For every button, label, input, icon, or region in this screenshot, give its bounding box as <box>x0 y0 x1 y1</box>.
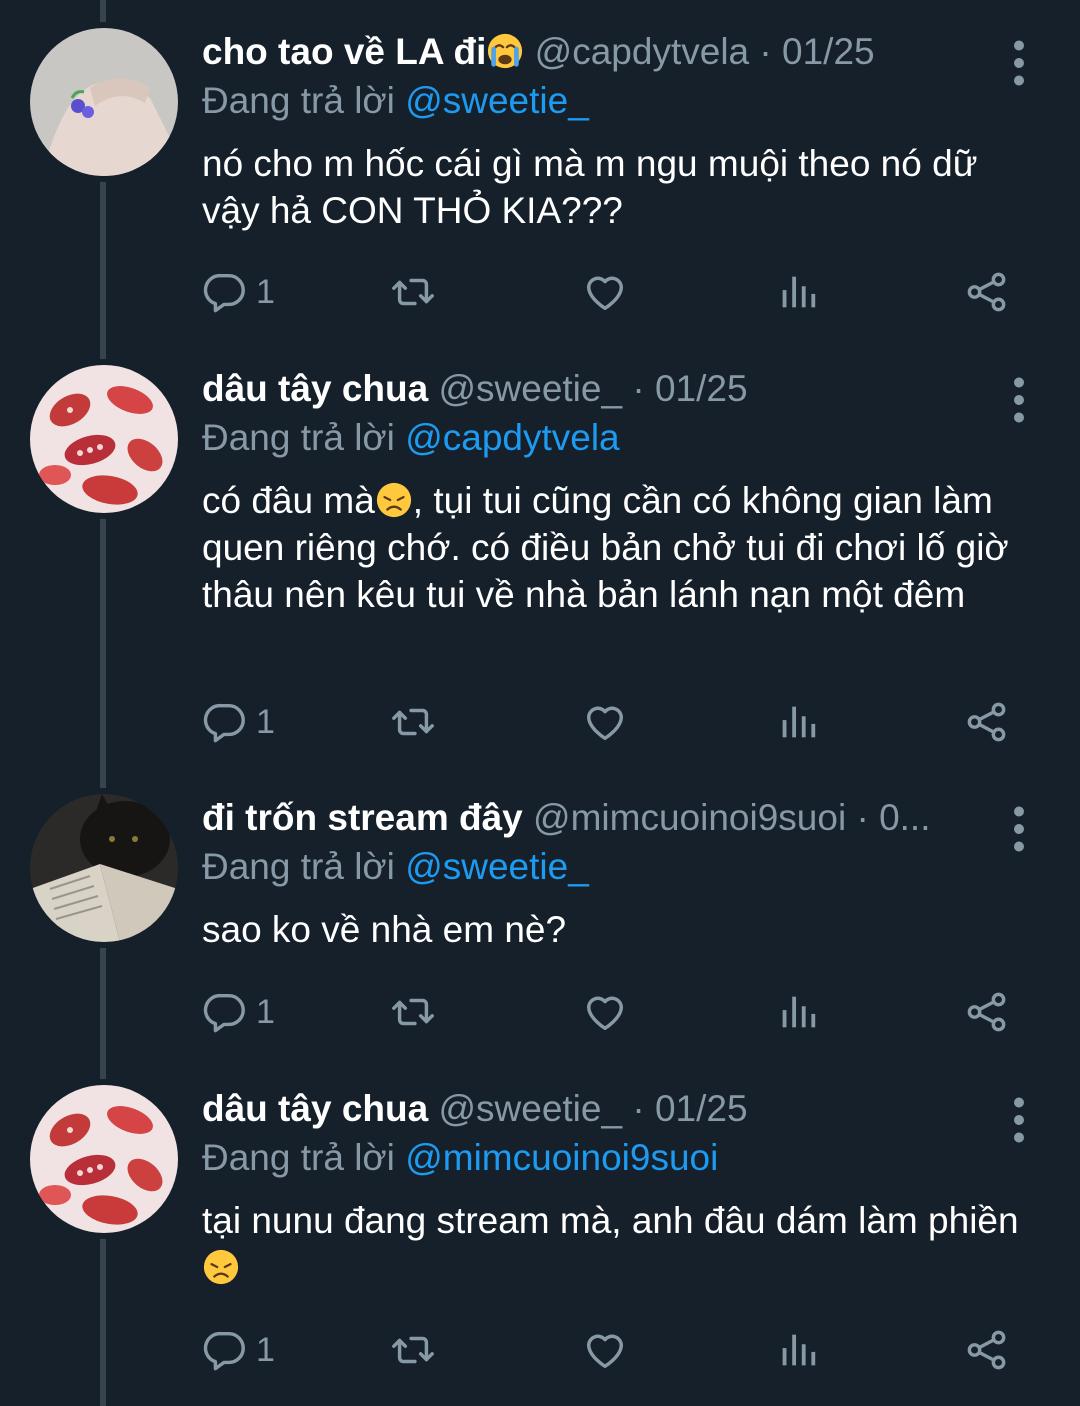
analytics-button[interactable] <box>774 262 820 322</box>
analytics-icon <box>774 1327 820 1373</box>
disappointed-face-icon <box>202 1248 240 1286</box>
like-button[interactable] <box>582 982 628 1042</box>
share-icon <box>964 699 1010 745</box>
share-button[interactable] <box>964 1320 1010 1380</box>
share-icon <box>964 1327 1010 1373</box>
avatar[interactable] <box>30 1085 178 1233</box>
date-separator: · <box>622 368 655 409</box>
tweet-date[interactable]: 0... <box>879 797 930 838</box>
reply-icon <box>202 269 248 315</box>
heart-icon <box>582 269 628 315</box>
tweet-header: cho tao về LA đi @capdytvela · 01/25 <box>202 28 982 76</box>
share-button[interactable] <box>964 692 1010 752</box>
share-icon <box>964 989 1010 1035</box>
reply-prefix: Đang trả lời <box>202 846 406 887</box>
reply-context: Đang trả lời @sweetie_ <box>202 76 1042 126</box>
action-bar: 1 <box>202 982 1032 1042</box>
analytics-icon <box>774 699 820 745</box>
handle[interactable]: @sweetie_ <box>438 1088 622 1129</box>
avatar[interactable] <box>30 28 178 176</box>
reply-button[interactable]: 1 <box>202 692 275 752</box>
avatar[interactable] <box>30 365 178 513</box>
tweet-text: nó cho m hốc cái gì mà m ngu muội theo n… <box>202 143 988 231</box>
tweet-header: dâu tây chua @sweetie_ · 01/25 <box>202 1085 982 1133</box>
reply-icon <box>202 989 248 1035</box>
reply-context: Đang trả lời @capdytvela <box>202 413 1042 463</box>
handle[interactable]: @sweetie_ <box>438 368 622 409</box>
retweet-icon <box>390 1327 436 1373</box>
disappointed-face-icon <box>375 481 413 519</box>
analytics-button[interactable] <box>774 982 820 1042</box>
heart-icon <box>582 989 628 1035</box>
more-vertical-icon[interactable] <box>1004 1095 1034 1145</box>
reply-mention[interactable]: @capdytvela <box>405 417 619 458</box>
reply-prefix: Đang trả lời <box>202 80 406 121</box>
reply-button[interactable]: 1 <box>202 982 275 1042</box>
more-vertical-icon[interactable] <box>1004 804 1034 854</box>
crying-face-icon <box>486 32 524 70</box>
action-bar: 1 <box>202 1320 1032 1380</box>
like-button[interactable] <box>582 262 628 322</box>
tweet-text: sao ko về nhà em nè? <box>202 909 567 950</box>
reply-count: 1 <box>256 702 275 741</box>
share-button[interactable] <box>964 262 1010 322</box>
analytics-button[interactable] <box>774 692 820 752</box>
handle[interactable]: @capdytvela <box>535 31 749 72</box>
reply-mention[interactable]: @sweetie_ <box>405 846 589 887</box>
display-name[interactable]: dâu tây chua <box>202 368 428 409</box>
display-name[interactable]: cho tao về LA đi <box>202 31 486 72</box>
tweet-text: tại nunu đang stream mà, anh đâu dám làm… <box>202 1197 1042 1291</box>
tweet-header: đi trốn stream đây @mimcuoinoi9suoi · 0.… <box>202 794 982 842</box>
retweet-button[interactable] <box>390 1320 436 1380</box>
reply-button[interactable]: 1 <box>202 1320 275 1380</box>
tweet-date[interactable]: 01/25 <box>655 368 748 409</box>
tweet-text: có đâu mà, tụi tui cũng cần có không gia… <box>202 477 1042 618</box>
action-bar: 1 <box>202 262 1032 322</box>
analytics-icon <box>774 269 820 315</box>
tweet-date[interactable]: 01/25 <box>655 1088 748 1129</box>
reply-icon <box>202 1327 248 1373</box>
analytics-button[interactable] <box>774 1320 820 1380</box>
handle[interactable]: @mimcuoinoi9suoi <box>533 797 846 838</box>
date-separator: · <box>749 31 783 72</box>
like-button[interactable] <box>582 692 628 752</box>
retweet-button[interactable] <box>390 982 436 1042</box>
reply-mention[interactable]: @sweetie_ <box>405 80 589 121</box>
tweet-date[interactable]: 01/25 <box>782 31 875 72</box>
retweet-button[interactable] <box>390 262 436 322</box>
reply-count: 1 <box>256 272 275 311</box>
more-vertical-icon[interactable] <box>1004 38 1034 88</box>
reply-count: 1 <box>256 1330 275 1369</box>
retweet-button[interactable] <box>390 692 436 752</box>
tweet-text-part: tại nunu đang stream mà, anh đâu dám làm… <box>202 1200 1019 1241</box>
reply-context: Đang trả lời @sweetie_ <box>202 842 1042 892</box>
reply-prefix: Đang trả lời <box>202 417 406 458</box>
more-vertical-icon[interactable] <box>1004 375 1034 425</box>
like-button[interactable] <box>582 1320 628 1380</box>
reply-prefix: Đang trả lời <box>202 1137 406 1178</box>
heart-icon <box>582 699 628 745</box>
display-name[interactable]: dâu tây chua <box>202 1088 428 1129</box>
reply-mention[interactable]: @mimcuoinoi9suoi <box>405 1137 718 1178</box>
action-bar: 1 <box>202 692 1032 752</box>
retweet-icon <box>390 699 436 745</box>
tweet-text-part: có đâu mà <box>202 480 375 521</box>
avatar[interactable] <box>30 794 178 942</box>
heart-icon <box>582 1327 628 1373</box>
reply-button[interactable]: 1 <box>202 262 275 322</box>
reply-context: Đang trả lời @mimcuoinoi9suoi <box>202 1133 1042 1183</box>
reply-count: 1 <box>256 992 275 1031</box>
date-separator: · <box>622 1088 655 1129</box>
display-name[interactable]: đi trốn stream đây <box>202 797 523 838</box>
date-separator: · <box>846 797 880 838</box>
share-icon <box>964 269 1010 315</box>
retweet-icon <box>390 989 436 1035</box>
analytics-icon <box>774 989 820 1035</box>
share-button[interactable] <box>964 982 1010 1042</box>
reply-icon <box>202 699 248 745</box>
retweet-icon <box>390 269 436 315</box>
tweet-header: dâu tây chua @sweetie_ · 01/25 <box>202 365 982 413</box>
